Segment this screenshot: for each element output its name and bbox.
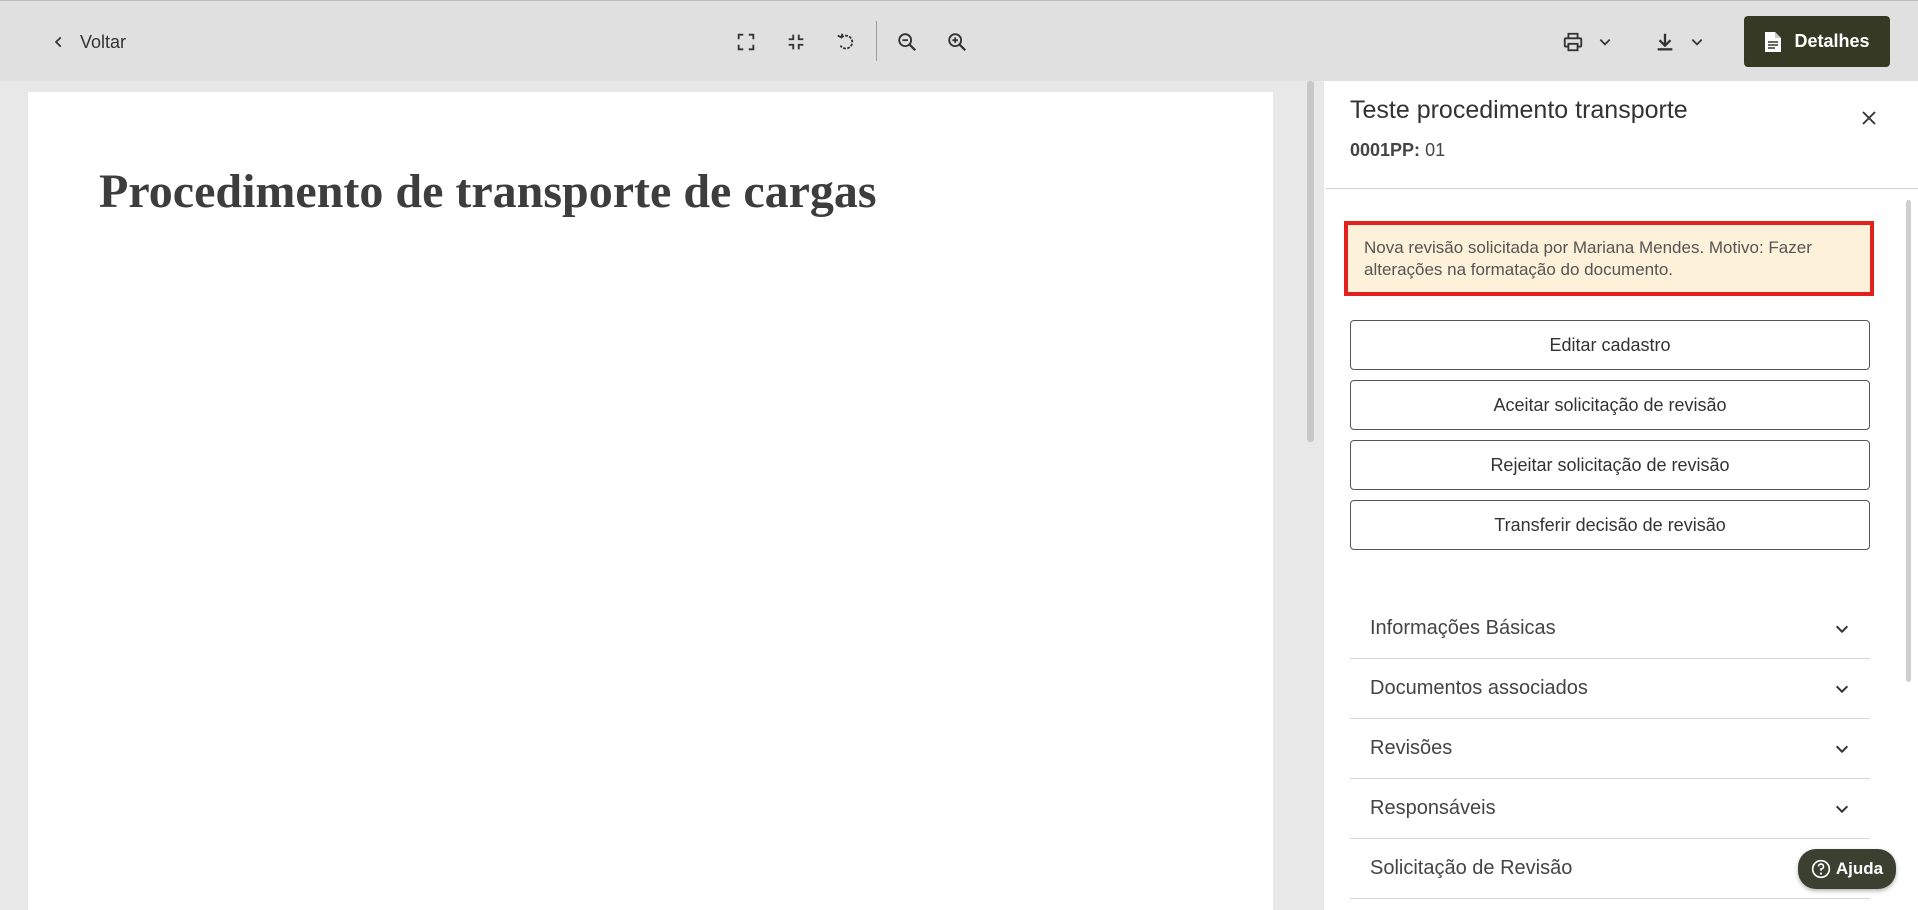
- download-icon: [1657, 33, 1673, 51]
- print-dropdown[interactable]: [1562, 27, 1612, 57]
- document-icon: [1765, 31, 1782, 52]
- top-toolbar: Voltar Detalhes: [0, 0, 1918, 81]
- panel-title: Teste procedimento transporte: [1350, 96, 1688, 124]
- document-code-label: 0001PP:: [1350, 140, 1421, 160]
- panel-divider: [1326, 188, 1918, 189]
- print-icon: [1563, 32, 1583, 52]
- chevron-down-icon: [1835, 805, 1849, 813]
- chevron-down-icon: [1835, 745, 1849, 753]
- details-button[interactable]: Detalhes: [1744, 16, 1890, 67]
- reject-revision-button[interactable]: Rejeitar solicitação de revisão: [1350, 440, 1870, 490]
- rotate-icon[interactable]: [833, 29, 859, 55]
- document-code-value: 01: [1425, 140, 1446, 160]
- accordion-label: Revisões: [1370, 737, 1453, 759]
- accordion-label: Solicitação de Revisão: [1370, 857, 1573, 879]
- accordion-responsibles[interactable]: Responsáveis: [1350, 779, 1870, 839]
- transfer-revision-button[interactable]: Transferir decisão de revisão: [1350, 500, 1870, 550]
- accordion-revision-request[interactable]: Solicitação de Revisão: [1350, 839, 1870, 899]
- close-button[interactable]: [1856, 105, 1882, 131]
- chevron-down-icon: [1835, 625, 1849, 633]
- document-title: Procedimento de transporte de cargas: [99, 165, 877, 218]
- zoom-in-icon[interactable]: [944, 29, 970, 55]
- download-dropdown[interactable]: [1654, 27, 1704, 57]
- document-scrollbar[interactable]: [1307, 81, 1314, 442]
- exit-fullscreen-icon[interactable]: [783, 29, 809, 55]
- chevron-left-icon: [54, 36, 62, 48]
- help-label: Ajuda: [1835, 859, 1884, 878]
- accordion-label: Documentos associados: [1370, 677, 1588, 699]
- help-icon: [1811, 859, 1831, 879]
- back-button[interactable]: Voltar: [52, 27, 126, 57]
- zoom-out-icon[interactable]: [894, 29, 920, 55]
- chevron-down-icon: [1599, 39, 1611, 46]
- edit-record-button[interactable]: Editar cadastro: [1350, 320, 1870, 370]
- fullscreen-icon[interactable]: [733, 29, 759, 55]
- panel-scrollbar[interactable]: [1906, 200, 1911, 682]
- document-page: Procedimento de transporte de cargas: [28, 92, 1273, 910]
- document-code: 0001PP: 01: [1350, 140, 1445, 161]
- revision-notice: Nova revisão solicitada por Mariana Mend…: [1344, 221, 1874, 296]
- details-panel: Teste procedimento transporte 0001PP: 01…: [1324, 81, 1918, 910]
- accept-revision-button[interactable]: Aceitar solicitação de revisão: [1350, 380, 1870, 430]
- accordion-associated-documents[interactable]: Documentos associados: [1350, 659, 1870, 719]
- chevron-down-icon: [1835, 685, 1849, 693]
- details-label: Detalhes: [1794, 31, 1870, 51]
- chevron-down-icon: [1691, 39, 1703, 46]
- accordion-basic-info[interactable]: Informações Básicas: [1350, 599, 1870, 659]
- accordion-revisions[interactable]: Revisões: [1350, 719, 1870, 779]
- back-label: Voltar: [80, 31, 127, 52]
- close-icon: [1862, 111, 1876, 125]
- accordion-label: Responsáveis: [1370, 797, 1496, 819]
- help-button[interactable]: Ajuda: [1798, 849, 1896, 889]
- accordion-label: Informações Básicas: [1370, 617, 1556, 639]
- toolbar-divider: [876, 21, 877, 61]
- document-viewer: Procedimento de transporte de cargas: [0, 81, 1298, 910]
